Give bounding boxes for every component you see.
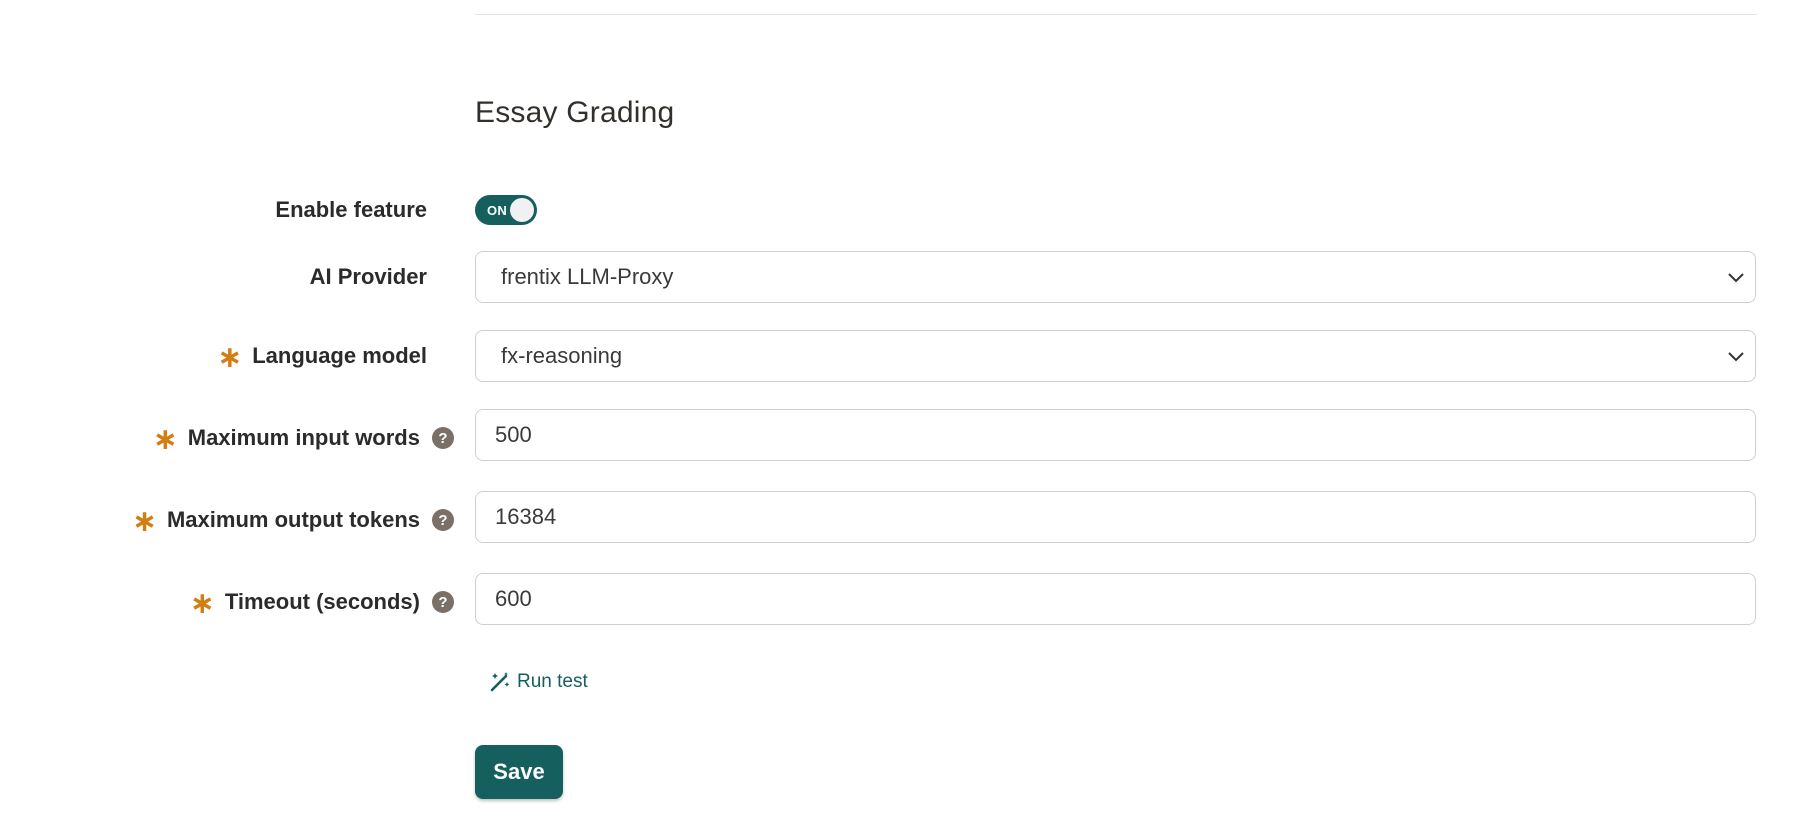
- language-model-select[interactable]: fx-reasoning: [475, 330, 1756, 382]
- section-title: Essay Grading: [475, 96, 675, 129]
- chevron-down-icon: [1728, 352, 1744, 362]
- language-model-selected-value: fx-reasoning: [501, 343, 623, 368]
- max-input-words-value: 500: [495, 422, 532, 447]
- chevron-down-icon: [1728, 273, 1744, 283]
- max-input-words-input[interactable]: 500: [475, 409, 1756, 461]
- run-test-link[interactable]: Run test: [489, 671, 588, 693]
- required-marker: ∗: [217, 341, 243, 374]
- timeout-label: Timeout (seconds): [224, 589, 420, 614]
- language-model-label: Language model: [252, 343, 427, 368]
- magic-wand-icon: [490, 672, 510, 692]
- help-icon[interactable]: ?: [432, 427, 454, 449]
- timeout-input[interactable]: 600: [475, 573, 1756, 625]
- enable-feature-toggle[interactable]: ON: [475, 195, 537, 225]
- max-input-words-label: Maximum input words: [187, 425, 420, 450]
- enable-feature-label: Enable feature: [275, 197, 427, 222]
- timeout-label-wrap: ∗ Timeout (seconds) ?: [189, 587, 454, 620]
- required-marker: ∗: [131, 505, 157, 538]
- required-marker: ∗: [189, 587, 215, 620]
- toggle-state-text: ON: [487, 202, 508, 218]
- toggle-knob: [510, 198, 534, 222]
- max-output-tokens-input[interactable]: 16384: [475, 491, 1756, 543]
- timeout-value: 600: [495, 586, 532, 611]
- max-output-tokens-label-wrap: ∗ Maximum output tokens ?: [131, 505, 454, 538]
- ai-provider-selected-value: frentix LLM-Proxy: [501, 264, 674, 289]
- ai-provider-label: AI Provider: [309, 264, 427, 289]
- max-output-tokens-label: Maximum output tokens: [166, 507, 420, 532]
- required-marker: ∗: [152, 423, 178, 456]
- help-icon[interactable]: ?: [432, 591, 454, 613]
- help-icon[interactable]: ?: [432, 509, 454, 531]
- save-button[interactable]: Save: [475, 745, 563, 799]
- max-output-tokens-value: 16384: [495, 504, 557, 529]
- language-model-label-wrap: ∗ Language model: [217, 341, 427, 374]
- ai-provider-select[interactable]: frentix LLM-Proxy: [475, 251, 1756, 303]
- enable-feature-label-wrap: Enable feature: [275, 197, 427, 223]
- ai-provider-label-wrap: AI Provider: [310, 264, 427, 290]
- max-input-words-label-wrap: ∗ Maximum input words ?: [152, 423, 454, 456]
- run-test-label: Run test: [517, 671, 588, 692]
- section-divider: [475, 14, 1757, 15]
